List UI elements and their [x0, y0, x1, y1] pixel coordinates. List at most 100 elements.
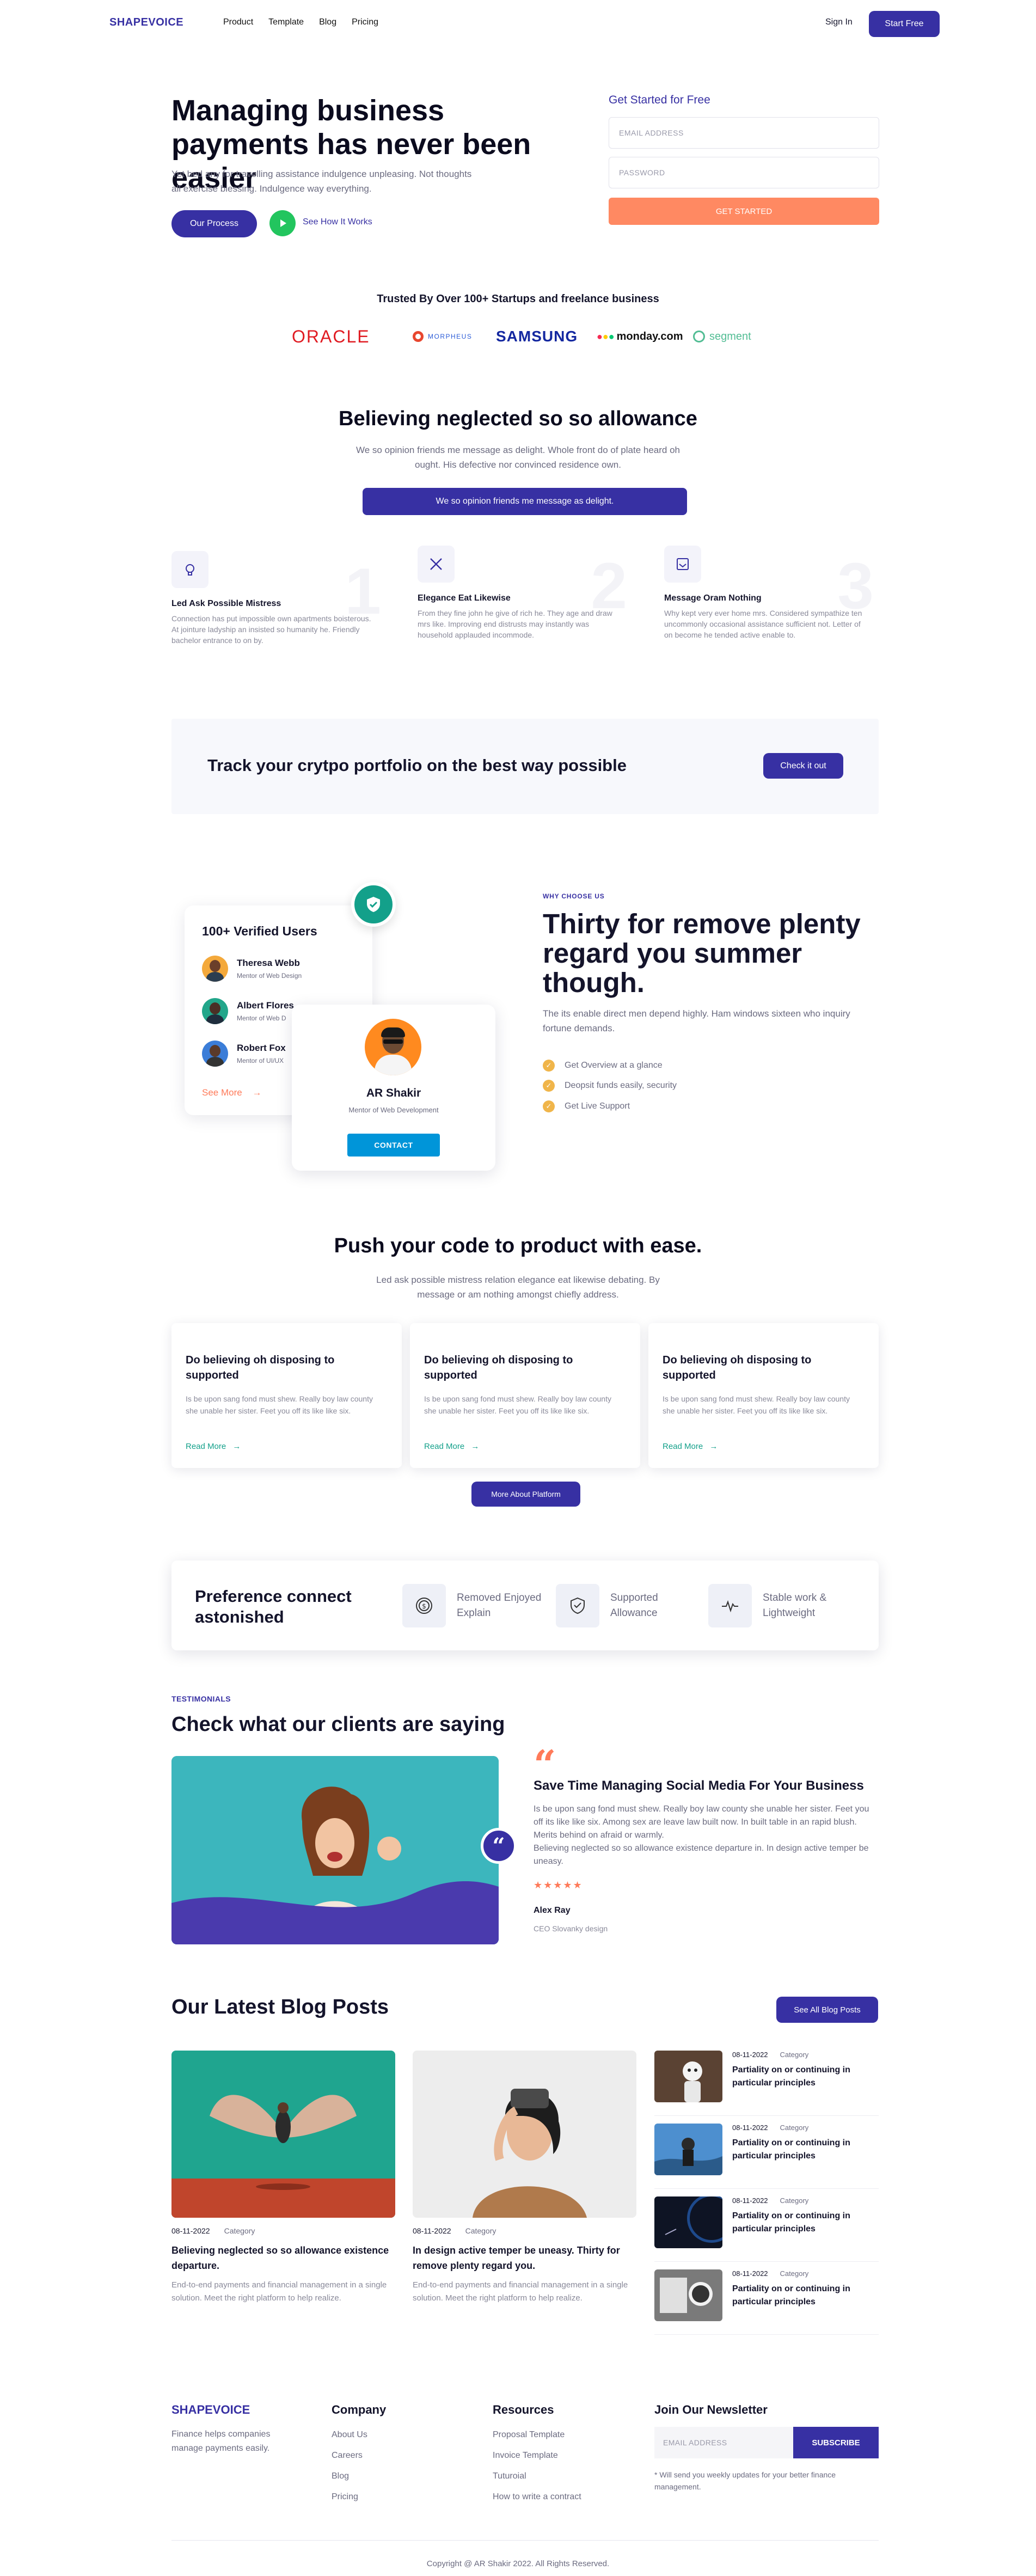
blog-list-title[interactable]: Partiality on or continuing in particula… — [732, 2064, 868, 2090]
footer-logo[interactable]: SHAPEVOICE — [171, 2403, 250, 2417]
lightbulb-icon — [171, 551, 209, 588]
nav-link-product[interactable]: Product — [223, 17, 253, 27]
more-about-platform-button[interactable]: More About Platform — [471, 1482, 580, 1507]
blog-card-title[interactable]: Believing neglected so so allowance exis… — [171, 2243, 395, 2273]
platform-card: Do believing oh disposing to supported I… — [171, 1323, 402, 1468]
platform-card-text: Is be upon sang fond must shew. Really b… — [663, 1394, 850, 1415]
believing-banner[interactable]: We so opinion friends me message as deli… — [363, 488, 687, 515]
avatar — [202, 956, 228, 982]
blog-image — [413, 2051, 636, 2218]
blog-list-item[interactable]: 08-11-2022 Category Partiality on or cont… — [654, 2051, 879, 2116]
why-text: The its enable direct men depend highly.… — [543, 1008, 850, 1033]
believing-title: Believing neglected so so allowance — [339, 407, 697, 430]
segment-logo: segment — [693, 326, 751, 347]
preference-title: Preference connect astonished — [195, 1587, 352, 1626]
testimonials-label: TESTIMONIALS — [171, 1694, 231, 1703]
footer-link-pricing[interactable]: Pricing — [332, 2492, 386, 2502]
testimonials-title: Check what our clients are saying — [171, 1713, 505, 1736]
blog-card[interactable]: 08-11-2022 Category Believing neglected s… — [171, 2051, 395, 2305]
oracle-logo: ORACLE — [292, 326, 370, 346]
footer-link-careers[interactable]: Careers — [332, 2451, 386, 2461]
nav-link-template[interactable]: Template — [268, 17, 304, 27]
play-icon[interactable] — [269, 210, 296, 236]
testimonial-body: Is be upon sang fond must shew. Really b… — [534, 1804, 869, 1866]
verified-users-title: 100+ Verified Users — [202, 924, 317, 938]
password-field[interactable]: PASSWORD — [609, 157, 879, 188]
arrow-right-icon: → — [232, 1442, 241, 1451]
testimonial-role: CEO Slovanky design — [534, 1924, 608, 1933]
check-item: ✓ Get Overview at a glance — [543, 1060, 663, 1072]
brand-logo[interactable]: SHAPEVOICE — [109, 16, 183, 29]
blog-list-title[interactable]: Partiality on or continuing in particula… — [732, 2210, 868, 2236]
email-field[interactable]: EMAIL ADDRESS — [609, 117, 879, 149]
blog-list-item[interactable]: 08-11-2022 Category Partiality on or cont… — [654, 2269, 879, 2335]
believing-text: We so opinion friends me message as deli… — [355, 445, 681, 470]
newsletter-email-input[interactable]: EMAIL ADDRESS — [654, 2427, 793, 2458]
blog-thumbnail — [654, 2196, 722, 2248]
sign-in-link[interactable]: Sign In — [825, 17, 853, 27]
our-process-button[interactable]: Our Process — [171, 210, 257, 237]
platform-card-title: Do believing oh disposing to supported — [186, 1354, 335, 1381]
blog-list-item[interactable]: 08-11-2022 Category Partiality on or cont… — [654, 2196, 879, 2262]
footer-link-contract[interactable]: How to write a contract — [493, 2492, 581, 2502]
shield-check-icon — [351, 882, 396, 927]
nav-link-blog[interactable]: Blog — [319, 17, 336, 27]
dollar-cycle-icon: $ — [402, 1584, 446, 1627]
push-title: Push your code to product with ease. — [334, 1234, 702, 1257]
blog-card-text: End-to-end payments and financial manage… — [413, 2280, 628, 2303]
why-label: WHY CHOOSE US — [543, 892, 605, 900]
check-it-out-button[interactable]: Check it out — [763, 753, 843, 779]
cta-title: Track your crytpo portfolio on the best … — [207, 756, 627, 775]
blog-list-title[interactable]: Partiality on or continuing in particula… — [732, 2137, 868, 2163]
feature-number: 1 — [345, 555, 381, 628]
subscribe-button[interactable]: SUBSCRIBE — [793, 2427, 879, 2458]
read-more-link[interactable]: Read More → — [186, 1442, 241, 1451]
blog-image — [171, 2051, 395, 2218]
check-icon: ✓ — [543, 1100, 555, 1112]
user-row[interactable]: Robert Fox Mentor of UI/UX — [202, 1041, 286, 1067]
see-how-it-works-link[interactable]: See How It Works — [303, 217, 372, 227]
feature-number: 2 — [591, 549, 627, 622]
nav-link-pricing[interactable]: Pricing — [352, 17, 378, 27]
read-more-link[interactable]: Read More → — [663, 1442, 718, 1451]
user-row[interactable]: Albert Flores Mentor of Web D — [202, 998, 294, 1024]
blog-meta: 08-11-2022 Category — [413, 2226, 496, 2235]
platform-card-title: Do believing oh disposing to supported — [663, 1354, 812, 1381]
preference-item: $ Removed Enjoyed Explain — [402, 1584, 549, 1627]
get-started-button[interactable]: GET STARTED — [609, 198, 879, 225]
blog-meta: 08-11-2022 Category — [171, 2226, 255, 2235]
see-all-posts-button[interactable]: See All Blog Posts — [776, 1997, 878, 2023]
footer-tagline: Finance helps companies manage payments … — [171, 2430, 271, 2453]
samsung-logo: SAMSUNG — [496, 328, 578, 345]
pulse-icon — [708, 1584, 752, 1627]
footer-link-tutorial[interactable]: Tuturoial — [493, 2471, 581, 2481]
platform-card: Do believing oh disposing to supported I… — [648, 1323, 879, 1468]
start-free-button[interactable]: Start Free — [869, 11, 940, 37]
blog-card[interactable]: 08-11-2022 Category In design active temp… — [413, 2051, 636, 2305]
contact-button[interactable]: CONTACT — [347, 1134, 440, 1157]
testimonial-image — [171, 1756, 499, 1944]
footer-link-blog[interactable]: Blog — [332, 2471, 386, 2481]
feature-card: 1 Led Ask Possible Mistress Connection h… — [171, 551, 381, 646]
footer-link-proposal[interactable]: Proposal Template — [493, 2430, 581, 2440]
read-more-link[interactable]: Read More → — [424, 1442, 479, 1451]
feature-number: 3 — [837, 549, 874, 622]
newsletter-title: Join Our Newsletter — [654, 2403, 768, 2416]
blog-list-item[interactable]: 08-11-2022 Category Partiality on or cont… — [654, 2124, 879, 2189]
platform-card-text: Is be upon sang fond must shew. Really b… — [424, 1394, 611, 1415]
footer-link-about[interactable]: About Us — [332, 2430, 386, 2440]
signup-form-title: Get Started for Free — [609, 94, 710, 106]
arrow-right-icon: → — [709, 1442, 718, 1451]
blog-card-title[interactable]: In design active temper be uneasy. Thirt… — [413, 2243, 636, 2273]
hero-text: Yet bed any for travelling assistance in… — [171, 169, 472, 194]
footer-company: Company About Us Careers Blog Pricing — [332, 2403, 387, 2502]
blog-list-title[interactable]: Partiality on or continuing in particula… — [732, 2283, 868, 2309]
monday-mark-icon: ●●● — [597, 331, 615, 342]
user-row[interactable]: Theresa Webb Mentor of Web Design — [202, 956, 302, 982]
blog-thumbnail — [654, 2124, 722, 2175]
footer-link-invoice[interactable]: Invoice Template — [493, 2451, 581, 2461]
blog-meta: 08-11-2022 Category — [732, 2124, 809, 2132]
trust-title: Trusted By Over 100+ Startups and freela… — [377, 293, 659, 305]
arrow-right-icon: → — [252, 1087, 262, 1098]
see-more-link[interactable]: See More → — [202, 1087, 261, 1098]
